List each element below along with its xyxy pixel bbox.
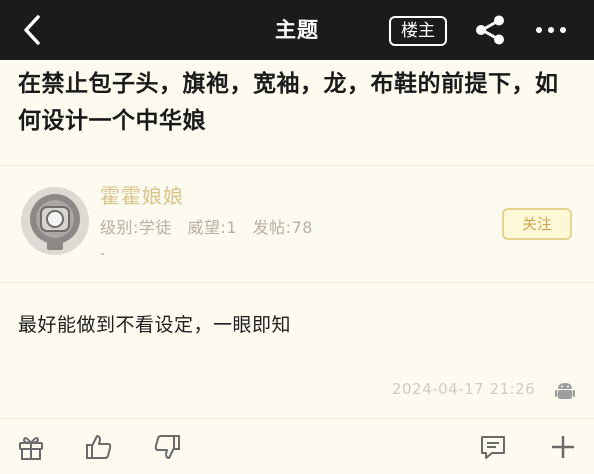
chevron-left-icon <box>24 15 40 45</box>
share-button[interactable] <box>474 15 506 45</box>
top-navigation-bar: 主题 楼主 <box>0 0 594 60</box>
author-reputation: 威望:1 <box>187 218 238 237</box>
diving-helmet-avatar <box>21 187 89 255</box>
android-icon <box>555 380 575 402</box>
thumbs-up-icon <box>86 435 112 459</box>
comment-icon <box>481 436 505 459</box>
comment-button[interactable] <box>478 432 508 462</box>
share-icon <box>476 15 504 45</box>
action-bar <box>0 420 594 474</box>
post-timestamp: 2024-04-17 21:26 <box>392 380 536 398</box>
author-level: 级别:学徒 <box>100 218 172 237</box>
reply-button[interactable] <box>548 432 578 462</box>
divider <box>0 165 594 166</box>
plus-icon <box>552 436 574 458</box>
like-button[interactable] <box>84 432 114 462</box>
author-name[interactable]: 霍霍娘娘 <box>100 180 184 209</box>
gift-icon <box>19 437 43 460</box>
author-stats: 级别:学徒 威望:1 发帖:78 <box>100 214 323 238</box>
post-title: 在禁止包子头，旗袍，宽袖，龙，布鞋的前提下，如何设计一个中华娘 <box>18 71 559 134</box>
divider <box>0 418 594 419</box>
author-extra: - <box>100 246 106 262</box>
more-dots-icon <box>536 27 566 33</box>
post-body: 最好能做到不看设定，一眼即知 <box>18 314 292 336</box>
author-avatar[interactable] <box>20 186 90 256</box>
more-options-button[interactable] <box>533 18 569 42</box>
divider <box>0 282 594 283</box>
author-post-count: 发帖:78 <box>252 218 313 237</box>
follow-button[interactable]: 关注 <box>502 208 572 240</box>
gift-button[interactable] <box>16 432 46 462</box>
back-button[interactable] <box>22 14 62 46</box>
thumbs-down-icon <box>154 435 180 459</box>
dislike-button[interactable] <box>152 432 182 462</box>
op-only-button[interactable]: 楼主 <box>389 16 447 46</box>
